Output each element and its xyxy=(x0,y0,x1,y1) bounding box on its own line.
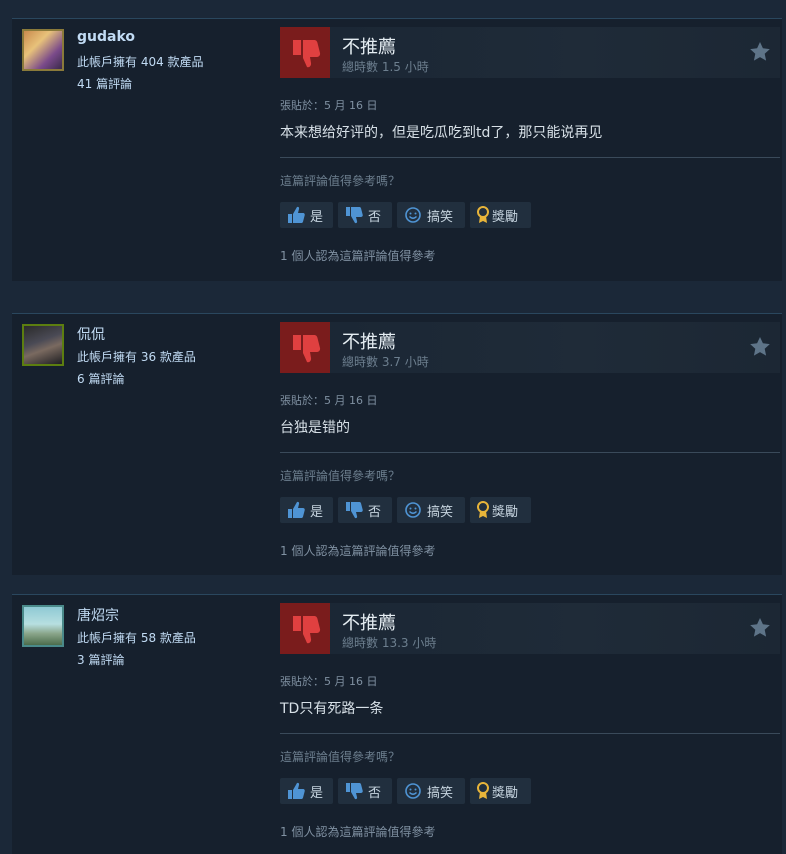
posted-date: 張貼於：5 月 16 日 xyxy=(280,675,378,688)
helpful-no-button[interactable]: 否 xyxy=(338,778,392,804)
star-icon[interactable] xyxy=(748,616,772,640)
posted-date: 張貼於：5 月 16 日 xyxy=(280,99,378,112)
award-button[interactable]: 獎勵 xyxy=(470,778,531,804)
award-button[interactable]: 獎勵 xyxy=(470,497,531,523)
thumbs-down-icon xyxy=(344,782,364,800)
no-label: 否 xyxy=(368,504,382,520)
review-body: 不推薦 總時數 3.7 小時 張貼於：5 月 16 日 台独是错的 這篇評論值得… xyxy=(280,314,780,575)
helpful-question: 這篇評論值得參考嗎？ xyxy=(280,750,401,764)
review-body: 不推薦 總時數 13.3 小時 張貼於：5 月 16 日 TD只有死路一条 這篇… xyxy=(280,595,780,854)
verdict-title: 不推薦 xyxy=(342,37,396,58)
yes-label: 是 xyxy=(310,785,324,801)
funny-button[interactable]: 搞笑 xyxy=(397,778,465,804)
award-label: 獎勵 xyxy=(492,209,519,225)
reviewer-name[interactable]: 唐炤宗 xyxy=(77,605,119,625)
award-ribbon-icon xyxy=(476,501,490,519)
helpful-yes-button[interactable]: 是 xyxy=(280,497,333,523)
award-ribbon-icon xyxy=(476,206,490,224)
helpful-yes-button[interactable]: 是 xyxy=(280,202,333,228)
review-text: 台独是错的 xyxy=(280,420,350,436)
products-owned[interactable]: 此帳戶擁有 58 款產品 xyxy=(77,629,196,646)
no-label: 否 xyxy=(368,785,382,801)
thumbs-up-icon xyxy=(286,206,306,224)
helpful-no-button[interactable]: 否 xyxy=(338,497,392,523)
divider xyxy=(280,157,780,158)
funny-button[interactable]: 搞笑 xyxy=(397,202,465,228)
avatar[interactable] xyxy=(22,29,64,71)
divider xyxy=(280,452,780,453)
posted-date: 張貼於：5 月 16 日 xyxy=(280,394,378,407)
divider xyxy=(280,733,780,734)
vote-buttons: 是 否 搞笑 獎勵 xyxy=(280,778,780,804)
review-card: 唐炤宗 此帳戶擁有 58 款產品 3 篇評論 不推薦 總時數 13.3 小時 張… xyxy=(12,594,782,854)
thumbs-down-icon xyxy=(344,501,364,519)
yes-label: 是 xyxy=(310,209,324,225)
thumbs-down-icon xyxy=(280,27,330,78)
found-helpful: 1 個人認為這篇評論值得參考 xyxy=(280,544,436,558)
thumbs-down-icon xyxy=(280,322,330,373)
found-helpful: 1 個人認為這篇評論值得參考 xyxy=(280,249,436,263)
thumbs-up-icon xyxy=(286,782,306,800)
review-card: gudako 此帳戶擁有 404 款產品 41 篇評論 不推薦 總時數 1.5 … xyxy=(12,18,782,281)
no-label: 否 xyxy=(368,209,382,225)
vote-header[interactable]: 不推薦 總時數 13.3 小時 xyxy=(280,603,780,654)
avatar[interactable] xyxy=(22,605,64,647)
vote-header[interactable]: 不推薦 總時數 3.7 小時 xyxy=(280,322,780,373)
helpful-question: 這篇評論值得參考嗎？ xyxy=(280,174,401,188)
products-owned[interactable]: 此帳戶擁有 404 款產品 xyxy=(77,53,204,70)
yes-label: 是 xyxy=(310,504,324,520)
funny-label: 搞笑 xyxy=(427,504,454,520)
award-ribbon-icon xyxy=(476,782,490,800)
products-owned[interactable]: 此帳戶擁有 36 款產品 xyxy=(77,348,196,365)
star-icon[interactable] xyxy=(748,40,772,64)
funny-label: 搞笑 xyxy=(427,785,454,801)
review-body: 不推薦 總時數 1.5 小時 張貼於：5 月 16 日 本来想给好评的，但是吃瓜… xyxy=(280,19,780,281)
playtime: 總時數 13.3 小時 xyxy=(342,636,437,650)
helpful-question: 這篇評論值得參考嗎？ xyxy=(280,469,401,483)
thumbs-down-icon xyxy=(344,206,364,224)
award-label: 獎勵 xyxy=(492,504,519,520)
smiley-icon xyxy=(403,501,423,519)
verdict-title: 不推薦 xyxy=(342,332,396,353)
review-text: 本来想给好评的，但是吃瓜吃到td了，那只能说再见 xyxy=(280,125,603,141)
review-count[interactable]: 41 篇評論 xyxy=(77,75,132,92)
thumbs-down-icon xyxy=(280,603,330,654)
vote-buttons: 是 否 搞笑 獎勵 xyxy=(280,202,780,228)
review-text: TD只有死路一条 xyxy=(280,701,384,717)
smiley-icon xyxy=(403,782,423,800)
smiley-icon xyxy=(403,206,423,224)
reviewer-name[interactable]: 侃侃 xyxy=(77,324,105,344)
playtime: 總時數 1.5 小時 xyxy=(342,60,429,74)
found-helpful: 1 個人認為這篇評論值得參考 xyxy=(280,825,436,839)
helpful-yes-button[interactable]: 是 xyxy=(280,778,333,804)
reviewer-name[interactable]: gudako xyxy=(77,29,135,45)
verdict-title: 不推薦 xyxy=(342,613,396,634)
thumbs-up-icon xyxy=(286,501,306,519)
review-card: 侃侃 此帳戶擁有 36 款產品 6 篇評論 不推薦 總時數 3.7 小時 張貼於… xyxy=(12,313,782,575)
award-label: 獎勵 xyxy=(492,785,519,801)
review-count[interactable]: 3 篇評論 xyxy=(77,651,124,668)
vote-buttons: 是 否 搞笑 獎勵 xyxy=(280,497,780,523)
star-icon[interactable] xyxy=(748,335,772,359)
playtime: 總時數 3.7 小時 xyxy=(342,355,429,369)
vote-header[interactable]: 不推薦 總時數 1.5 小時 xyxy=(280,27,780,78)
funny-label: 搞笑 xyxy=(427,209,454,225)
helpful-no-button[interactable]: 否 xyxy=(338,202,392,228)
review-count[interactable]: 6 篇評論 xyxy=(77,370,124,387)
award-button[interactable]: 獎勵 xyxy=(470,202,531,228)
funny-button[interactable]: 搞笑 xyxy=(397,497,465,523)
avatar[interactable] xyxy=(22,324,64,366)
